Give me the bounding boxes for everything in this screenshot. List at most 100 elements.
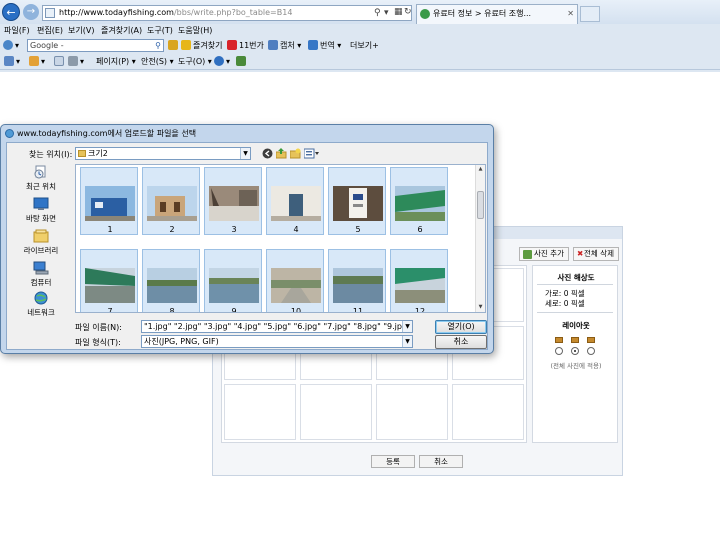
back-icon[interactable] [262,148,273,159]
safety-menu[interactable]: 안전(S) ▾ [141,54,174,70]
back-button[interactable]: ← [2,3,20,21]
translate-button[interactable]: 번역 ▾ [308,37,341,54]
photo-thumbnail-image [147,268,197,303]
computer-icon [33,261,49,275]
photo-slot[interactable] [300,384,372,440]
feeds-icon[interactable]: ▾ [29,54,45,70]
dropdown-icon[interactable]: ▾ [384,8,389,18]
look-in-value: 크기2 [88,149,108,158]
place-desktop[interactable]: 바탕 화면 [13,197,69,224]
photo-slot[interactable] [376,384,448,440]
key-icon[interactable] [168,37,180,54]
chevron-down-icon[interactable]: ▼ [402,336,412,347]
place-computer[interactable]: 컴퓨터 [13,261,69,288]
search-provider-icon[interactable]: ▾ [3,37,19,54]
print-icon[interactable]: ▾ [68,54,84,70]
cancel-button[interactable]: 취소 [419,455,463,468]
layout-radio-3[interactable] [587,347,595,355]
menu-edit[interactable]: 편집(E) [37,24,63,37]
home-icon[interactable]: ▾ [4,54,20,70]
menu-tools[interactable]: 도구(T) [147,24,173,37]
scroll-down-icon[interactable]: ▼ [476,303,485,312]
file-thumbnail[interactable]: 2 [142,167,200,235]
new-folder-icon[interactable] [289,148,301,159]
dialog-cancel-button[interactable]: 취소 [435,335,487,349]
chevron-down-icon[interactable]: ▼ [240,148,250,159]
menu-help[interactable]: 도움말(H) [178,24,212,37]
new-tab-button[interactable] [580,6,600,22]
recent-places-icon [34,165,46,179]
desktop-icon [33,197,49,210]
folder-icon [78,150,86,157]
menu-view[interactable]: 보기(V) [68,24,94,37]
elevenst-button[interactable]: 11번가 [227,37,264,54]
file-thumbnail[interactable]: 5 [328,167,386,235]
file-thumbnail[interactable]: 4 [266,167,324,235]
tools-menu[interactable]: 도구(O) ▾ [178,54,212,70]
places-bar: 최근 위치 바탕 화면 라이브러리 컴퓨터 네트워크 [13,165,69,335]
scroll-up-icon[interactable]: ▲ [476,165,485,174]
add-photo-icon [523,250,532,259]
search-icon[interactable]: ⚲ [374,8,381,18]
open-button[interactable]: 열기(O) [435,320,487,334]
photo-slot[interactable] [224,384,296,440]
tab-active[interactable]: 유료터 정보 > 유료터 조행... ✕ [416,4,578,24]
photo-slot[interactable] [452,384,524,440]
search-icon[interactable]: ⚲ [155,40,161,51]
help-icon[interactable]: ▾ [214,54,230,70]
menu-file[interactable]: 파일(F) [4,24,30,37]
look-in-select[interactable]: 크기2 ▼ [75,147,251,160]
file-thumbnail[interactable]: 3 [204,167,262,235]
height-readout: 세로: 0 픽셀 [545,299,585,308]
layout-radio-1[interactable] [555,347,563,355]
menu-bar: 파일(F) 편집(E) 보기(V) 즐겨찾기(A) 도구(T) 도움말(H) [0,24,720,37]
delete-all-button[interactable]: ✖ 전체 삭제 [573,247,619,261]
place-network[interactable]: 네트워크 [13,291,69,318]
layout-title: 레이아웃 [562,321,590,330]
url-input[interactable]: http://www.todayfishing.com/bbs/write.ph… [42,5,412,21]
close-icon[interactable] [477,127,489,139]
file-thumbnail[interactable]: 9 [204,249,262,312]
favorites-button[interactable]: 즐겨찾기 [181,37,222,54]
file-thumbnail[interactable]: 6 [390,167,448,235]
layout-top-icon [555,337,563,343]
file-thumbnail[interactable]: 7 [80,249,138,312]
more-button[interactable]: 더보기+ [350,37,379,54]
ie-icon [5,129,14,138]
compat-view-icon[interactable]: ▦ [394,7,403,17]
file-thumbnail[interactable]: 11 [328,249,386,312]
view-menu-icon[interactable] [303,148,320,159]
layout-middle-icon [571,337,579,343]
vertical-scrollbar[interactable]: ▲ ▼ [475,165,485,312]
filetype-select[interactable]: 사진(JPG, PNG, GIF) ▼ [141,335,413,348]
google-search-placeholder: Google - [30,41,64,50]
capture-button[interactable]: 캡처 ▾ [268,37,301,54]
divider [537,284,613,285]
research-icon[interactable] [236,54,248,70]
file-thumbnail[interactable]: 12 [390,249,448,312]
photo-thumbnail-image [395,186,445,221]
file-upload-dialog: www.todayfishing.com에서 업로드할 파일을 선택 찾는 위치… [0,124,494,354]
refresh-icon[interactable]: ↻ [404,7,412,17]
place-libraries[interactable]: 라이브러리 [13,229,69,256]
tab-title: 유료터 정보 > 유료터 조행... [433,9,532,18]
layout-radio-2[interactable] [571,347,579,355]
photo-thumbnail-image [85,268,135,303]
filename-input[interactable]: "1.jpg" "2.jpg" "3.jpg" "4.jpg" "5.jpg" … [141,320,413,333]
file-thumbnail[interactable]: 8 [142,249,200,312]
page-menu[interactable]: 페이지(P) ▾ [96,54,136,70]
google-search-input[interactable]: Google - ⚲ [27,39,164,52]
scroll-thumb[interactable] [477,191,484,219]
file-thumbnail[interactable]: 10 [266,249,324,312]
add-photo-button[interactable]: 사진 추가 [519,247,569,261]
file-thumbnail[interactable]: 1 [80,167,138,235]
filetype-value: 사진(JPG, PNG, GIF) [144,337,219,346]
register-button[interactable]: 등록 [371,455,415,468]
forward-button[interactable]: → [23,4,39,20]
place-recent[interactable]: 최근 위치 [13,165,69,192]
mail-icon[interactable] [54,54,66,70]
menu-favorites[interactable]: 즐겨찾기(A) [101,24,142,37]
chevron-down-icon[interactable]: ▼ [402,321,412,332]
up-folder-icon[interactable] [275,148,287,159]
close-tab-icon[interactable]: ✕ [567,5,574,23]
